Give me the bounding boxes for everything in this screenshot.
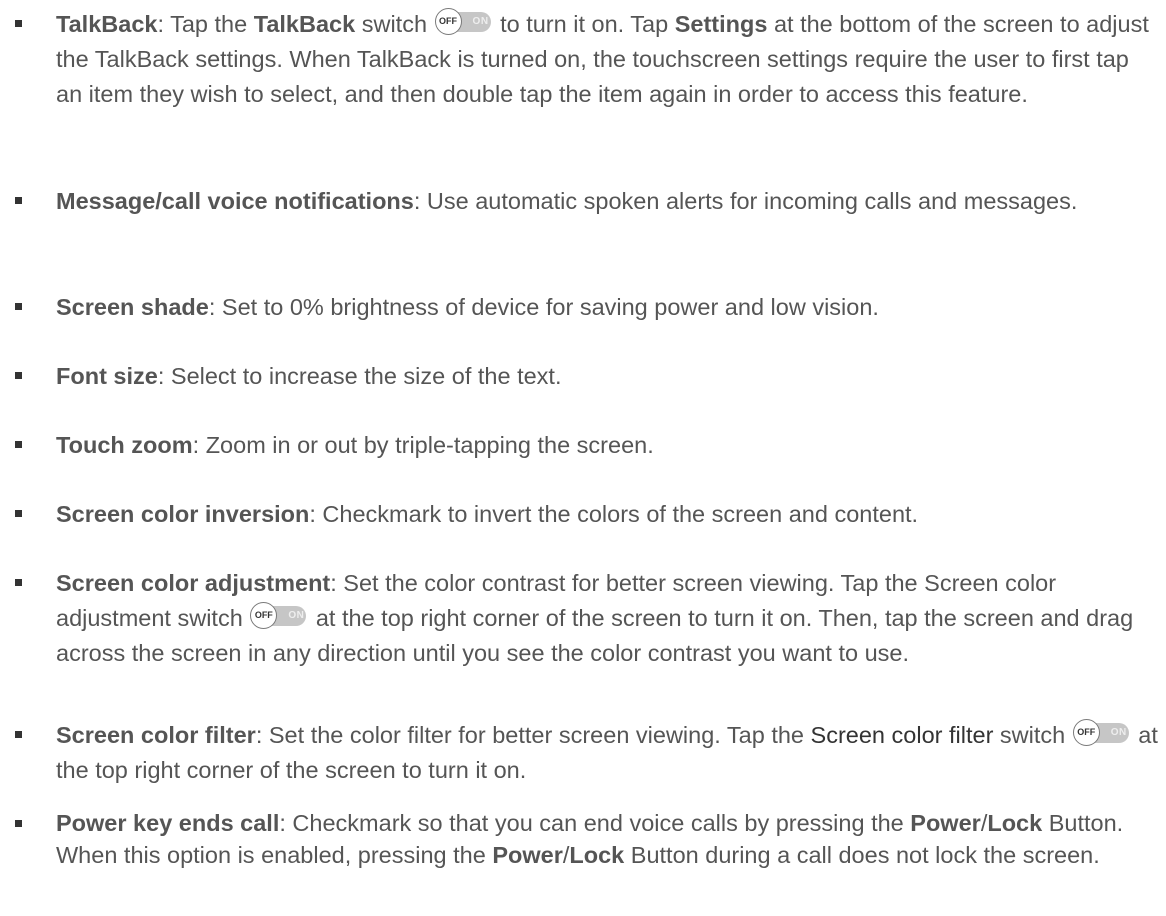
item-description: : Checkmark to invert the colors of the …: [309, 501, 919, 527]
item-text: to turn it on. Tap: [493, 11, 675, 37]
item-text-dark: Screen color filter: [810, 722, 994, 748]
item-text: : Set the color filter for better screen…: [255, 722, 811, 748]
item-text: switch: [993, 722, 1072, 748]
bullet: [15, 579, 22, 586]
item-term: Message/call voice notifications: [56, 188, 414, 214]
list-item-text: Power key ends call: Checkmark so that y…: [56, 807, 1160, 871]
item-term: Screen color filter: [56, 722, 256, 748]
item-term: Screen shade: [56, 294, 209, 320]
item-description: : Select to increase the size of the tex…: [157, 363, 562, 389]
item-term: Font size: [56, 363, 158, 389]
list-item-text: Screen shade: Set to 0% brightness of de…: [56, 290, 1160, 325]
document-page: TalkBack: Tap the TalkBack switch ON OFF …: [0, 0, 1166, 916]
bullet: [15, 441, 22, 448]
bullet: [15, 20, 22, 27]
list-item-text: Touch zoom: Zoom in or out by triple-tap…: [56, 428, 1160, 463]
list-item-text: TalkBack: Tap the TalkBack switch ON OFF …: [56, 7, 1160, 112]
toggle-switch-icon: ON OFF: [1072, 719, 1131, 746]
switch-off-label: OFF: [439, 16, 458, 26]
item-term: Screen color inversion: [56, 501, 310, 527]
switch-off-label: OFF: [1077, 727, 1096, 737]
list-item-text: Message/call voice notifications: Use au…: [56, 184, 1160, 219]
list-item-text: Screen color inversion: Checkmark to inv…: [56, 497, 1160, 532]
switch-on-label: ON: [288, 610, 305, 621]
bold-text: TalkBack: [253, 11, 356, 37]
item-text: switch: [355, 11, 434, 37]
switch-on-label: ON: [472, 16, 489, 27]
toggle-switch-icon: ON OFF: [250, 602, 308, 629]
bullet: [15, 820, 22, 827]
bullet: [15, 510, 22, 517]
item-description: : Use automatic spoken alerts for incomi…: [413, 188, 1078, 214]
item-text: Button during a call does not lock the s…: [624, 842, 1100, 868]
item-text: : Checkmark so that you can end voice ca…: [279, 810, 911, 836]
bullet: [15, 303, 22, 310]
bullet: [15, 197, 22, 204]
list-item-text: Screen color adjustment: Set the color c…: [56, 566, 1160, 671]
item-description: : Zoom in or out by triple-tapping the s…: [192, 432, 654, 458]
bullet: [15, 731, 22, 738]
item-term: Touch zoom: [56, 432, 193, 458]
list-item-text: Screen color filter: Set the color filte…: [56, 718, 1160, 788]
item-term: Screen color adjustment: [56, 570, 331, 596]
toggle-switch-icon: ON OFF: [434, 8, 493, 35]
switch-on-label: ON: [1110, 727, 1127, 738]
item-term: TalkBack: [56, 11, 158, 37]
bullet: [15, 372, 22, 379]
bold-text: Lock: [569, 842, 625, 868]
item-term: Power key ends call: [56, 810, 280, 836]
list-item-text: Font size: Select to increase the size o…: [56, 359, 1160, 394]
switch-off-label: OFF: [254, 610, 273, 620]
item-description: : Set to 0% brightness of device for sav…: [208, 294, 879, 320]
bold-text: Power: [492, 842, 563, 868]
bold-text: Lock: [987, 810, 1043, 836]
bold-text: Settings: [674, 11, 768, 37]
bold-text: Power: [910, 810, 981, 836]
item-text: : Tap the: [157, 11, 254, 37]
